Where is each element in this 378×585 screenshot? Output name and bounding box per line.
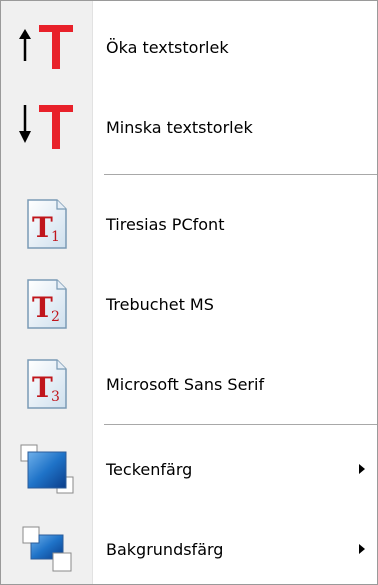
submenu-arrow-icon	[359, 464, 365, 474]
menu-item-label: Bakgrundsfärg	[106, 539, 224, 559]
svg-text:2: 2	[51, 309, 60, 325]
menu-item-decrease-text-size[interactable]: Minska textstorlek	[1, 91, 377, 163]
menu-item-label: Microsoft Sans Serif	[106, 374, 265, 394]
increase-text-size-icon	[1, 11, 92, 83]
font-1-icon: T 1	[1, 186, 92, 262]
submenu-arrow-icon	[359, 544, 365, 554]
menu-item-label: Minska textstorlek	[106, 117, 253, 137]
background-color-icon	[1, 511, 92, 585]
svg-text:T: T	[32, 371, 53, 404]
menu-separator	[104, 424, 377, 425]
svg-text:3: 3	[51, 389, 60, 405]
menu-separator	[104, 174, 377, 175]
menu-item-label: Trebuchet MS	[106, 294, 214, 314]
menu-item-background-color[interactable]: Bakgrundsfärg	[1, 511, 377, 585]
decrease-text-size-icon	[1, 91, 92, 163]
menu-item-label: Tiresias PCfont	[106, 214, 225, 234]
font-2-icon: T 2	[1, 266, 92, 342]
menu-item-label: Öka textstorlek	[106, 37, 229, 57]
menu-item-font-tiresias[interactable]: T 1 Tiresias PCfont	[1, 186, 377, 262]
svg-text:T: T	[32, 291, 53, 324]
menu-item-text-color[interactable]: Teckenfärg	[1, 431, 377, 507]
menu-item-font-ms-sans-serif[interactable]: T 3 Microsoft Sans Serif	[1, 346, 377, 422]
menu-item-label: Teckenfärg	[106, 459, 193, 479]
menu-item-font-trebuchet[interactable]: T 2 Trebuchet MS	[1, 266, 377, 342]
font-3-icon: T 3	[1, 346, 92, 422]
svg-text:T: T	[32, 211, 53, 244]
context-menu: Öka textstorlek Minska textstorlek T 1 T…	[0, 0, 378, 585]
text-color-icon	[1, 431, 92, 507]
svg-text:1: 1	[51, 229, 60, 245]
menu-item-increase-text-size[interactable]: Öka textstorlek	[1, 11, 377, 83]
